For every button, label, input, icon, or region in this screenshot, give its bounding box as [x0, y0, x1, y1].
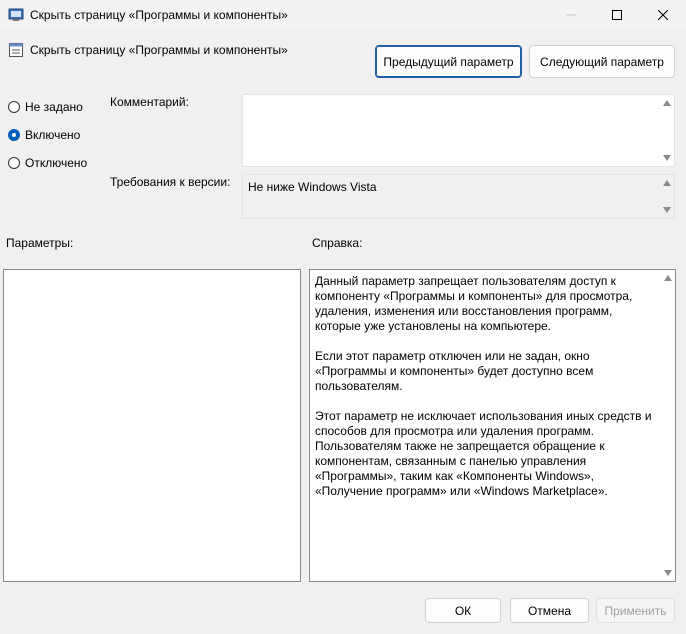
- previous-setting-button[interactable]: Предыдущий параметр: [375, 45, 522, 78]
- policy-setting-icon: [9, 43, 23, 57]
- radio-enabled[interactable]: Включено: [8, 128, 80, 142]
- scroll-up-icon[interactable]: [663, 273, 673, 283]
- help-text: Данный параметр запрещает пользователям …: [315, 274, 655, 514]
- help-paragraph-2: Если этот параметр отключен или не задан…: [315, 349, 594, 393]
- scroll-down-icon[interactable]: [662, 153, 672, 163]
- maximize-icon: [612, 10, 622, 20]
- maximize-button[interactable]: [594, 0, 640, 30]
- title-bar: Скрыть страницу «Программы и компоненты»: [0, 0, 686, 30]
- help-paragraph-1: Данный параметр запрещает пользователям …: [315, 274, 633, 333]
- requirements-label: Требования к версии:: [110, 175, 231, 189]
- close-icon: [658, 10, 668, 20]
- scroll-down-icon[interactable]: [663, 568, 673, 578]
- radio-disabled[interactable]: Отключено: [8, 156, 87, 170]
- radio-not-configured[interactable]: Не задано: [8, 100, 83, 114]
- help-label: Справка:: [312, 236, 363, 250]
- help-panel[interactable]: Данный параметр запрещает пользователям …: [309, 269, 676, 582]
- minimize-button[interactable]: [548, 0, 594, 30]
- parameters-panel[interactable]: [3, 269, 301, 582]
- scroll-up-icon[interactable]: [662, 178, 672, 188]
- scroll-up-icon[interactable]: [662, 98, 672, 108]
- radio-label-enabled: Включено: [25, 128, 81, 142]
- scroll-down-icon[interactable]: [662, 205, 672, 215]
- ok-button[interactable]: ОК: [425, 598, 501, 623]
- radio-circle-checked[interactable]: [8, 129, 20, 141]
- radio-label-disabled: Отключено: [25, 156, 88, 170]
- radio-label-not-configured: Не задано: [25, 100, 83, 114]
- minimize-icon: [566, 14, 576, 16]
- help-paragraph-3: Этот параметр не исключает использования…: [315, 409, 652, 498]
- policy-app-icon: [8, 8, 24, 21]
- parameters-label: Параметры:: [6, 236, 74, 250]
- radio-circle[interactable]: [8, 101, 20, 113]
- window-title: Скрыть страницу «Программы и компоненты»: [30, 8, 288, 22]
- setting-title: Скрыть страницу «Программы и компоненты»: [30, 43, 288, 57]
- radio-circle[interactable]: [8, 157, 20, 169]
- requirements-box: Не ниже Windows Vista: [242, 174, 675, 219]
- requirements-value: Не ниже Windows Vista: [248, 180, 377, 194]
- next-setting-button[interactable]: Следующий параметр: [529, 45, 675, 78]
- comment-label: Комментарий:: [110, 95, 189, 109]
- comment-textarea[interactable]: [242, 94, 675, 167]
- close-button[interactable]: [640, 0, 686, 30]
- apply-button[interactable]: Применить: [596, 598, 675, 623]
- cancel-button[interactable]: Отмена: [510, 598, 589, 623]
